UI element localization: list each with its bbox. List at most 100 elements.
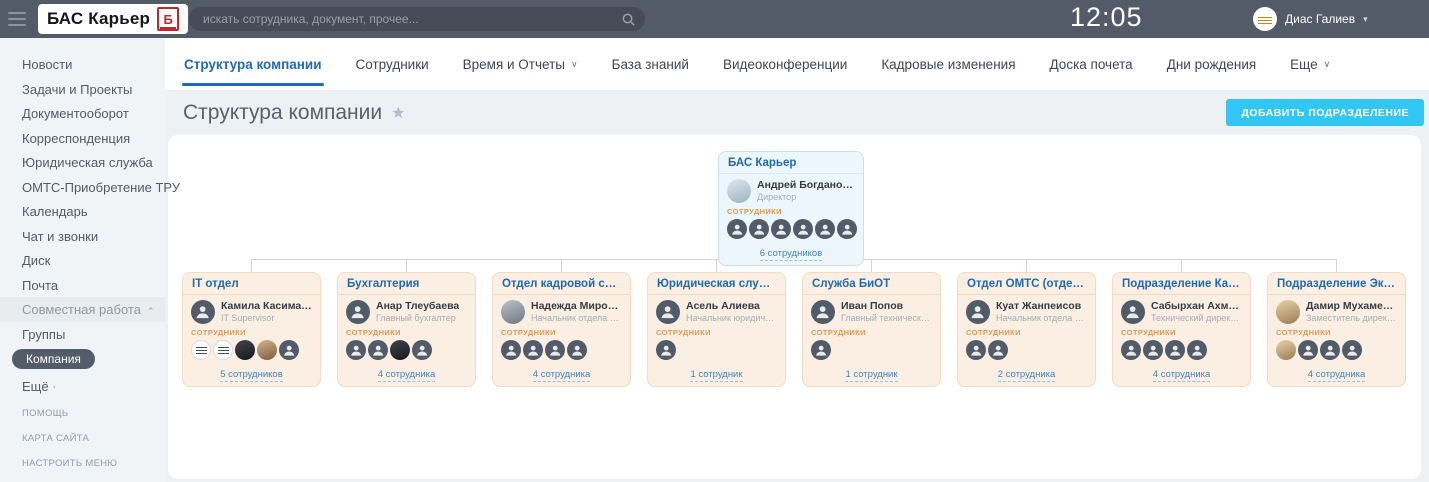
employee-avatar[interactable] [1298,340,1318,360]
sidebar-item[interactable]: Календарь [0,199,165,224]
sidebar-footer-item[interactable]: помощь [0,401,165,426]
employee-avatar[interactable] [815,219,835,239]
sidebar-item[interactable]: Новости [0,52,165,77]
employee-avatar[interactable] [1143,340,1163,360]
sidebar-item-company[interactable]: Компания [12,349,95,369]
employee-avatar[interactable] [771,219,791,239]
company-logo[interactable]: БАС Карьер Б [38,4,188,34]
employee-avatar[interactable] [523,340,543,360]
employee-avatar[interactable] [1276,340,1296,360]
sidebar-item[interactable]: Чат и звонки [0,224,165,249]
department-title[interactable]: Подразделение Караганда [1113,273,1250,295]
employee-count-link[interactable]: 4 сотрудника [1153,369,1211,382]
employee-avatar[interactable] [749,219,769,239]
employee-name[interactable]: Анар Тлеубаева [376,300,459,312]
sidebar-item[interactable]: ОМТС-Приобретение ТРУ [0,175,165,200]
tab-5[interactable]: Кадровые изменения [864,38,1032,90]
employee-name[interactable]: Камила Касиманова [221,300,312,312]
tab-8[interactable]: Еще∨ [1273,38,1347,90]
employee-count-link[interactable]: 1 сотрудник [690,369,742,382]
employee-avatar[interactable] [656,340,676,360]
sidebar-footer-item[interactable]: карта сайта [0,426,165,451]
employee-avatar[interactable] [567,340,587,360]
employee-avatar[interactable] [727,219,747,239]
employee-count-link[interactable]: 5 сотрудников [220,369,283,382]
sidebar-item[interactable]: Группы [0,322,165,347]
head-avatar[interactable] [656,300,680,324]
employee-avatar[interactable] [1121,340,1141,360]
employee-avatar[interactable] [1320,340,1340,360]
employee-count-link[interactable]: 4 сотрудника [1308,369,1366,382]
add-department-button[interactable]: ДОБАВИТЬ ПОДРАЗДЕЛЕНИЕ [1226,99,1424,126]
sidebar-footer-item[interactable]: настроить меню [0,451,165,476]
sidebar-item[interactable]: Документооборот [0,101,165,126]
employee-avatar[interactable] [966,340,986,360]
employee-name[interactable]: Надежда Мирончук [531,300,622,312]
employee-avatar[interactable] [1165,340,1185,360]
sidebar-section-collab[interactable]: Совместная работа⌃ [0,297,165,322]
user-menu[interactable]: Диас Галиев ▾ [1253,7,1368,31]
head-avatar[interactable] [1276,300,1300,324]
search-input[interactable] [189,7,645,31]
employee-avatar[interactable] [1342,340,1362,360]
sidebar-item[interactable]: Корреспонденция [0,126,165,151]
employee-avatar[interactable] [811,340,831,360]
sidebar-item[interactable]: Задачи и Проекты [0,77,165,102]
employee-avatar[interactable] [191,340,211,360]
employee-name[interactable]: Иван Попов [841,300,932,312]
head-avatar[interactable] [346,300,370,324]
employee-name[interactable]: Асель Алиева [686,300,777,312]
employee-avatar[interactable] [501,340,521,360]
department-title[interactable]: Бухгалтерия [338,273,475,295]
sidebar-item[interactable]: Почта [0,273,165,298]
employee-avatar[interactable] [793,219,813,239]
employee-avatar[interactable] [346,340,366,360]
department-title[interactable]: БАС Карьер [719,152,863,174]
department-title[interactable]: Отдел ОМТС (отдел материал... [958,273,1095,295]
employee-count-link[interactable]: 4 сотрудника [533,369,591,382]
department-title[interactable]: Отдел кадровой службы [493,273,630,295]
employee-count-link[interactable]: 6 сотрудников [760,248,823,261]
employee-name[interactable]: Андрей Богданович [757,179,855,191]
employee-avatar[interactable] [545,340,565,360]
head-avatar[interactable] [811,300,835,324]
search-bar[interactable] [188,6,646,32]
tab-6[interactable]: Доска почета [1033,38,1150,90]
employee-avatar[interactable] [368,340,388,360]
head-avatar[interactable] [727,179,751,203]
sidebar-item-more[interactable]: Ещё · [0,371,165,399]
department-title[interactable]: Служба БиОТ [803,273,940,295]
employee-count-link[interactable]: 2 сотрудника [998,369,1056,382]
tab-3[interactable]: База знаний [595,38,706,90]
tab-7[interactable]: Дни рождения [1150,38,1273,90]
tab-4[interactable]: Видеоконференции [706,38,864,90]
employee-name[interactable]: Куат Жанпеисов [996,300,1087,312]
tab-1[interactable]: Сотрудники [339,38,446,90]
employee-avatar[interactable] [213,340,233,360]
head-avatar[interactable] [966,300,990,324]
head-avatar[interactable] [191,300,215,324]
employee-avatar[interactable] [988,340,1008,360]
tab-2[interactable]: Время и Отчеты∨ [446,38,595,90]
employee-avatar[interactable] [1187,340,1207,360]
favorite-star-icon[interactable]: ★ [391,103,405,123]
employee-name[interactable]: Дамир Мухаметбеков [1306,300,1397,312]
employee-avatar[interactable] [412,340,432,360]
employee-avatar[interactable] [837,219,857,239]
department-title[interactable]: Юридическая служба [648,273,785,295]
menu-toggle-icon[interactable] [8,12,26,26]
sidebar-item[interactable]: Юридическая служба [0,150,165,175]
employee-avatar[interactable] [257,340,277,360]
employee-name[interactable]: Сабырхан Ахмедьянов [1151,300,1242,312]
department-title[interactable]: Подразделение Экибастуз [1268,273,1405,295]
head-avatar[interactable] [501,300,525,324]
employee-count-link[interactable]: 1 сотрудник [845,369,897,382]
employee-count-link[interactable]: 4 сотрудника [378,369,436,382]
sidebar-item[interactable]: Диск [0,248,165,273]
tab-company-structure[interactable]: Структура компании [167,38,339,90]
employee-avatar[interactable] [390,340,410,360]
head-avatar[interactable] [1121,300,1145,324]
department-title[interactable]: IT отдел [183,273,320,295]
employee-avatar[interactable] [279,340,299,360]
employee-avatar[interactable] [235,340,255,360]
